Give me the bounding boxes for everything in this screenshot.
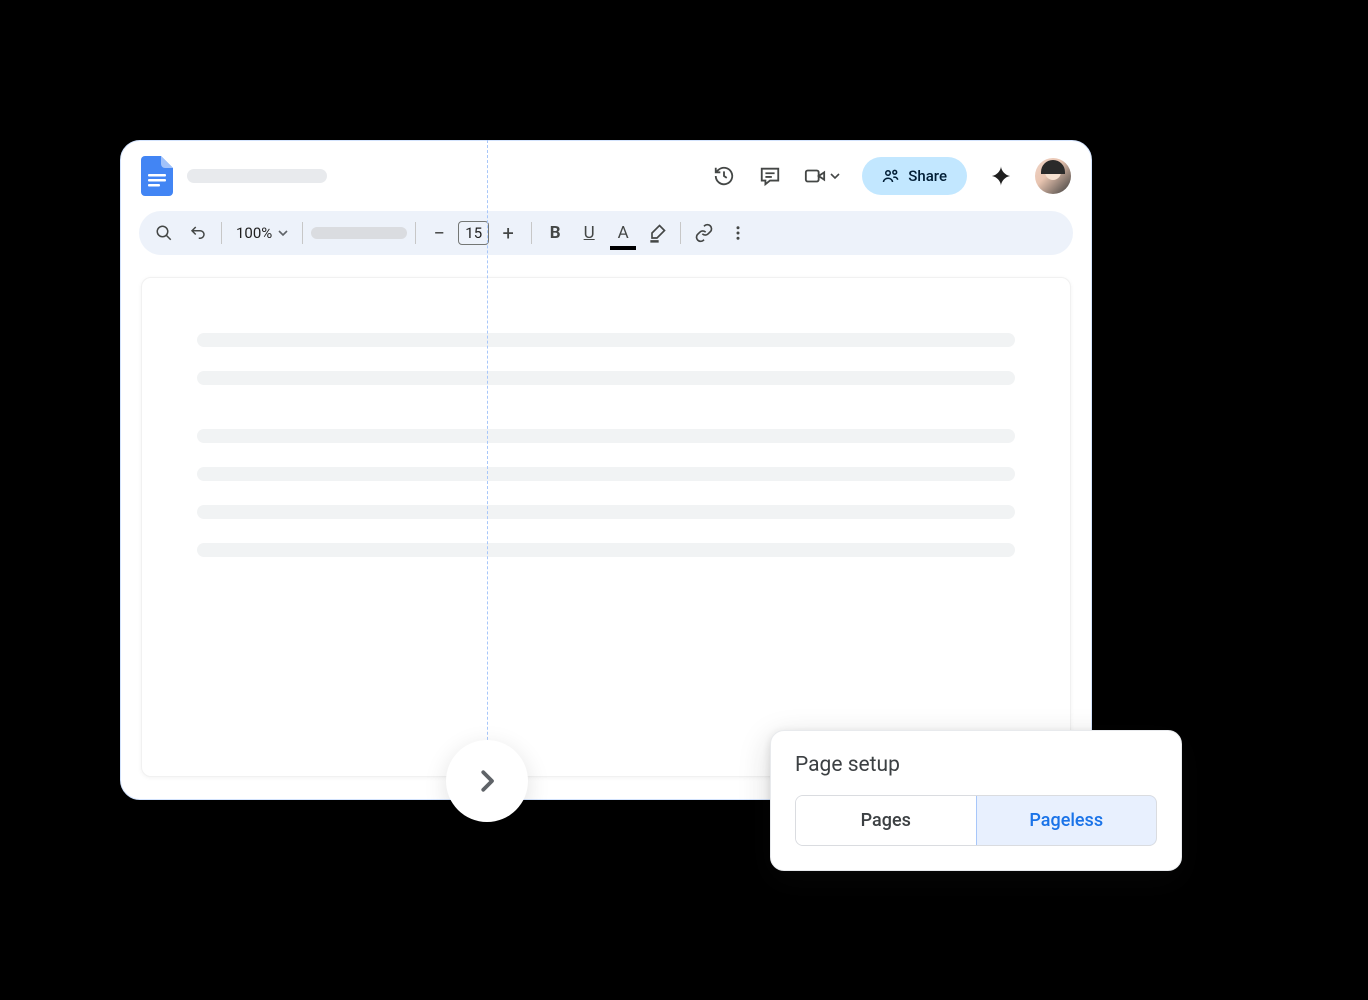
popup-title: Page setup <box>795 753 1157 777</box>
page-mode-toggle: Pages Pageless <box>795 795 1157 846</box>
font-size-increase[interactable]: + <box>493 218 523 248</box>
divider <box>531 222 532 244</box>
paragraph-placeholder <box>197 333 1015 385</box>
header: Share <box>121 141 1091 211</box>
zoom-value: 100% <box>236 224 272 242</box>
document-area <box>121 255 1091 777</box>
expand-chevron-button[interactable] <box>446 740 528 822</box>
split-indicator-line <box>487 140 488 800</box>
history-icon[interactable] <box>712 164 736 188</box>
header-left <box>141 156 698 196</box>
divider <box>221 222 222 244</box>
pageless-option[interactable]: Pageless <box>976 795 1158 846</box>
user-avatar[interactable] <box>1035 158 1071 194</box>
page-setup-popup: Page setup Pages Pageless <box>770 730 1182 871</box>
highlight-button[interactable] <box>642 218 672 248</box>
undo-icon[interactable] <box>183 218 213 248</box>
underline-button[interactable]: U <box>574 218 604 248</box>
font-family-placeholder[interactable] <box>311 227 407 239</box>
text-line <box>197 505 1015 519</box>
text-line <box>197 371 1015 385</box>
divider <box>415 222 416 244</box>
bold-button[interactable]: B <box>540 218 570 248</box>
search-icon[interactable] <box>149 218 179 248</box>
toolbar-container: 100% − 15 + B U A <box>121 211 1091 255</box>
zoom-select[interactable]: 100% <box>230 224 294 242</box>
gemini-sparkle-icon[interactable] <box>989 164 1013 188</box>
share-button[interactable]: Share <box>862 157 967 195</box>
pages-option[interactable]: Pages <box>796 796 977 845</box>
text-color-button[interactable]: A <box>608 218 638 248</box>
text-line <box>197 543 1015 557</box>
docs-logo-icon[interactable] <box>141 156 173 196</box>
paragraph-placeholder <box>197 429 1015 557</box>
font-size-input[interactable]: 15 <box>458 221 489 245</box>
comments-icon[interactable] <box>758 164 782 188</box>
toolbar: 100% − 15 + B U A <box>139 211 1073 255</box>
chevron-right-icon <box>472 766 502 796</box>
divider <box>302 222 303 244</box>
text-line <box>197 333 1015 347</box>
header-right: Share <box>712 157 1071 195</box>
font-size-decrease[interactable]: − <box>424 218 454 248</box>
document-title-placeholder[interactable] <box>187 169 327 183</box>
meet-button[interactable] <box>804 165 840 187</box>
share-label: Share <box>908 167 947 185</box>
text-line <box>197 467 1015 481</box>
more-options-icon[interactable] <box>723 218 753 248</box>
docs-editor-window: Share 100% − 15 + <box>120 140 1092 800</box>
people-icon <box>882 167 900 185</box>
document-page[interactable] <box>141 277 1071 777</box>
insert-link-button[interactable] <box>689 218 719 248</box>
divider <box>680 222 681 244</box>
text-line <box>197 429 1015 443</box>
